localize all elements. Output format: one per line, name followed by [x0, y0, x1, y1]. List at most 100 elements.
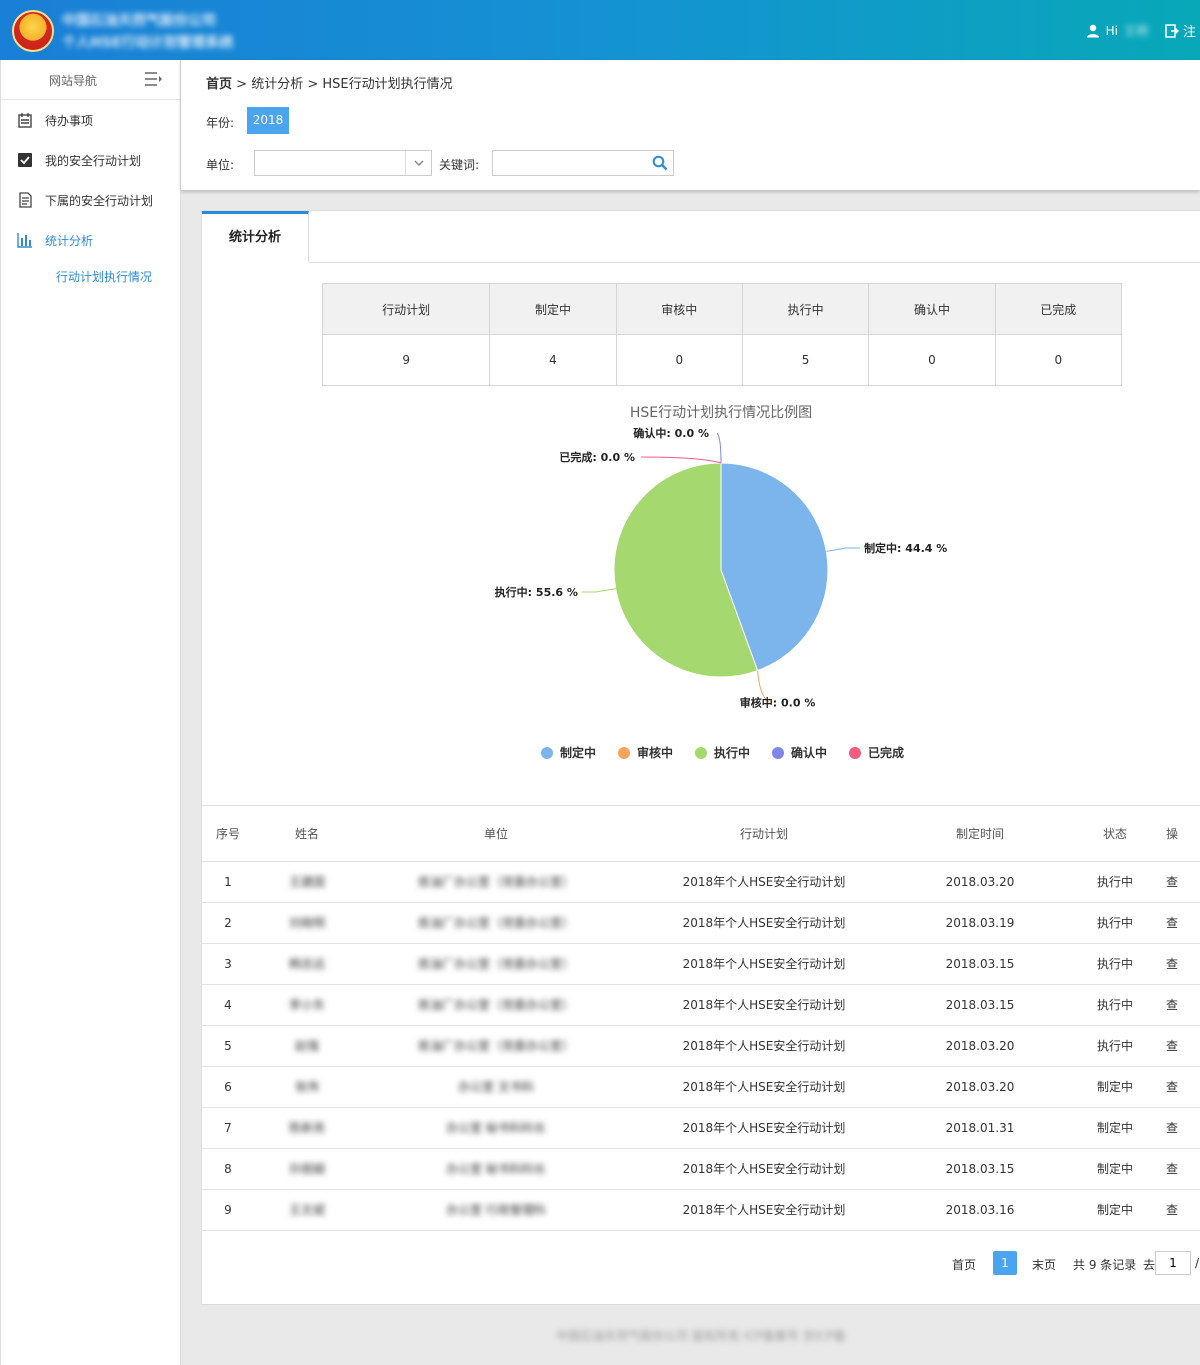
cell-date: 2018.03.20 — [896, 1066, 1064, 1108]
keyword-input[interactable] — [492, 150, 674, 176]
summary-header: 执行中 — [741, 283, 870, 335]
year-button[interactable]: 2018 — [247, 107, 289, 134]
col-header-plan: 行动计划 — [632, 806, 896, 862]
calendar-icon — [18, 113, 32, 128]
year-label: 年份: — [206, 116, 235, 130]
cell-no: 2 — [202, 902, 254, 944]
legend-item[interactable]: 制定中 — [541, 745, 596, 760]
breadcrumb-home[interactable]: 首页 — [206, 77, 232, 92]
cell-status: 制定中 — [1064, 1066, 1166, 1108]
records-area: 序号 姓名 单位 行动计划 制定时间 状态 操 1 王建国 炼油厂办公室（党委办公室… — [202, 805, 1200, 1231]
col-header-status: 状态 — [1064, 806, 1166, 862]
legend-item[interactable]: 确认中 — [772, 745, 827, 760]
cell-no: 7 — [202, 1107, 254, 1149]
cell-unit: 办公室 文书科 — [360, 1066, 632, 1108]
legend-item[interactable]: 已完成 — [849, 745, 904, 760]
cell-name: 陈新亮 — [254, 1107, 360, 1149]
col-header-unit: 单位 — [360, 806, 632, 862]
legend-item[interactable]: 执行中 — [695, 745, 750, 760]
cell-status: 执行中 — [1064, 902, 1166, 944]
cell-plan: 2018年个人HSE安全行动计划 — [632, 1107, 896, 1149]
sidebar-subitem-execution[interactable]: 行动计划执行情况 — [56, 268, 152, 285]
cell-plan: 2018年个人HSE安全行动计划 — [632, 943, 896, 985]
cell-no: 3 — [202, 943, 254, 985]
table-row: 2 刘晓明 炼油厂办公室（党委办公室） 2018年个人HSE安全行动计划 2018.03… — [202, 902, 1200, 944]
pie-data-label: 制定中: 44.4 % — [864, 541, 947, 555]
unit-select[interactable] — [254, 150, 432, 176]
cell-op-link[interactable]: 查 — [1166, 902, 1200, 944]
cell-name: 孙丽娟 — [254, 1148, 360, 1190]
summary-header: 审核中 — [615, 283, 743, 335]
cell-unit: 炼油厂办公室（党委办公室） — [360, 1025, 632, 1067]
cell-status: 制定中 — [1064, 1189, 1166, 1231]
org-name: 中国石油天然气股份公司 — [62, 13, 216, 29]
cell-no: 5 — [202, 1025, 254, 1067]
document-icon — [19, 192, 32, 208]
sidebar-item-subordinate-plan[interactable]: 下属的安全行动计划 — [1, 180, 181, 220]
table-row: 8 孙丽娟 办公室 秘书科科长 2018年个人HSE安全行动计划 2018.03.15 制… — [202, 1148, 1200, 1190]
pager-first[interactable]: 首页 — [952, 1256, 976, 1273]
greeting: Hi — [1105, 23, 1118, 38]
cell-op-link[interactable]: 查 — [1166, 1148, 1200, 1190]
cell-plan: 2018年个人HSE安全行动计划 — [632, 861, 896, 903]
menu-toggle-icon[interactable] — [145, 72, 163, 86]
cell-unit: 炼油厂办公室（党委办公室） — [360, 984, 632, 1026]
cell-op-link[interactable]: 查 — [1166, 1025, 1200, 1067]
user-name: 王明 — [1123, 24, 1148, 38]
table-row: 9 王文斌 办公室 行政管理科 2018年个人HSE安全行动计划 2018.03.16 制… — [202, 1189, 1200, 1231]
cell-unit: 炼油厂办公室（党委办公室） — [360, 861, 632, 903]
cell-status: 制定中 — [1064, 1107, 1166, 1149]
pager-goto-input[interactable] — [1155, 1251, 1191, 1275]
legend-swatch — [772, 747, 784, 759]
cell-op-link[interactable]: 查 — [1166, 984, 1200, 1026]
pager-page-1[interactable]: 1 — [993, 1251, 1017, 1275]
filter-panel: 首页 > 统计分析 > HSE行动计划执行情况 年份: 2018 单位: 关键词… — [181, 60, 1200, 190]
cell-plan: 2018年个人HSE安全行动计划 — [632, 1148, 896, 1190]
cell-date: 2018.03.20 — [896, 861, 1064, 903]
cell-date: 2018.03.20 — [896, 1025, 1064, 1067]
cell-op-link[interactable]: 查 — [1166, 1189, 1200, 1231]
sidebar-item-my-plan[interactable]: 我的安全行动计划 — [1, 140, 181, 180]
summary-value: 0 — [615, 334, 743, 386]
pie-data-label: 执行中: 55.6 % — [495, 585, 578, 599]
footer: 中国石油天然气股份公司 版权所有 ICP备案号 京ICP备 — [181, 1305, 1200, 1365]
legend-item[interactable]: 审核中 — [618, 745, 673, 760]
cell-op-link[interactable]: 查 — [1166, 943, 1200, 985]
cell-plan: 2018年个人HSE安全行动计划 — [632, 984, 896, 1026]
bar-chart-icon — [17, 233, 32, 248]
app-header: 中国石油天然气股份公司 个人HSE行动计划管理系统 Hi 王明 注 — [0, 0, 1200, 60]
cell-op-link[interactable]: 查 — [1166, 1066, 1200, 1108]
col-header-op: 操 — [1166, 806, 1200, 862]
logout-button[interactable]: 注 — [1165, 21, 1196, 40]
tab-statistics[interactable]: 统计分析 — [202, 211, 309, 263]
legend-swatch — [695, 747, 707, 759]
user-menu[interactable]: Hi 王明 — [1086, 22, 1148, 39]
sidebar-item-label: 我的安全行动计划 — [45, 153, 142, 168]
cell-date: 2018.03.16 — [896, 1189, 1064, 1231]
cell-op-link[interactable]: 查 — [1166, 861, 1200, 903]
search-icon[interactable] — [652, 155, 668, 171]
chart-title: HSE行动计划执行情况比例图 — [630, 405, 812, 421]
breadcrumb-section[interactable]: 统计分析 — [251, 77, 303, 92]
cell-status: 执行中 — [1064, 984, 1166, 1026]
summary-value: 4 — [489, 334, 617, 386]
cell-no: 8 — [202, 1148, 254, 1190]
pie-label-connector — [581, 588, 616, 593]
checkbox-icon — [18, 153, 32, 167]
sidebar-item-label: 待办事项 — [45, 113, 94, 128]
col-header-date: 制定时间 — [896, 806, 1064, 862]
table-row: 5 赵强 炼油厂办公室（党委办公室） 2018年个人HSE安全行动计划 2018.03.… — [202, 1025, 1200, 1067]
pager-goto-label: 去 — [1143, 1258, 1156, 1272]
sidebar-item-statistics[interactable]: 统计分析 — [1, 220, 181, 260]
pager-last[interactable]: 末页 — [1032, 1256, 1056, 1273]
sidebar-item-todo[interactable]: 待办事项 — [1, 100, 181, 140]
summary-value: 9 — [321, 334, 491, 386]
table-row: 3 韩志远 炼油厂办公室（党委办公室） 2018年个人HSE安全行动计划 2018.03… — [202, 943, 1200, 985]
cell-op-link[interactable]: 查 — [1166, 1107, 1200, 1149]
table-row: 4 李小东 炼油厂办公室（党委办公室） 2018年个人HSE安全行动计划 2018.03… — [202, 984, 1200, 1026]
cell-date: 2018.03.15 — [896, 984, 1064, 1026]
chevron-down-icon[interactable] — [405, 151, 431, 175]
legend-label: 确认中 — [791, 745, 827, 760]
pie-data-label: 确认中: 0.0 % — [633, 426, 709, 440]
cell-date: 2018.03.15 — [896, 943, 1064, 985]
